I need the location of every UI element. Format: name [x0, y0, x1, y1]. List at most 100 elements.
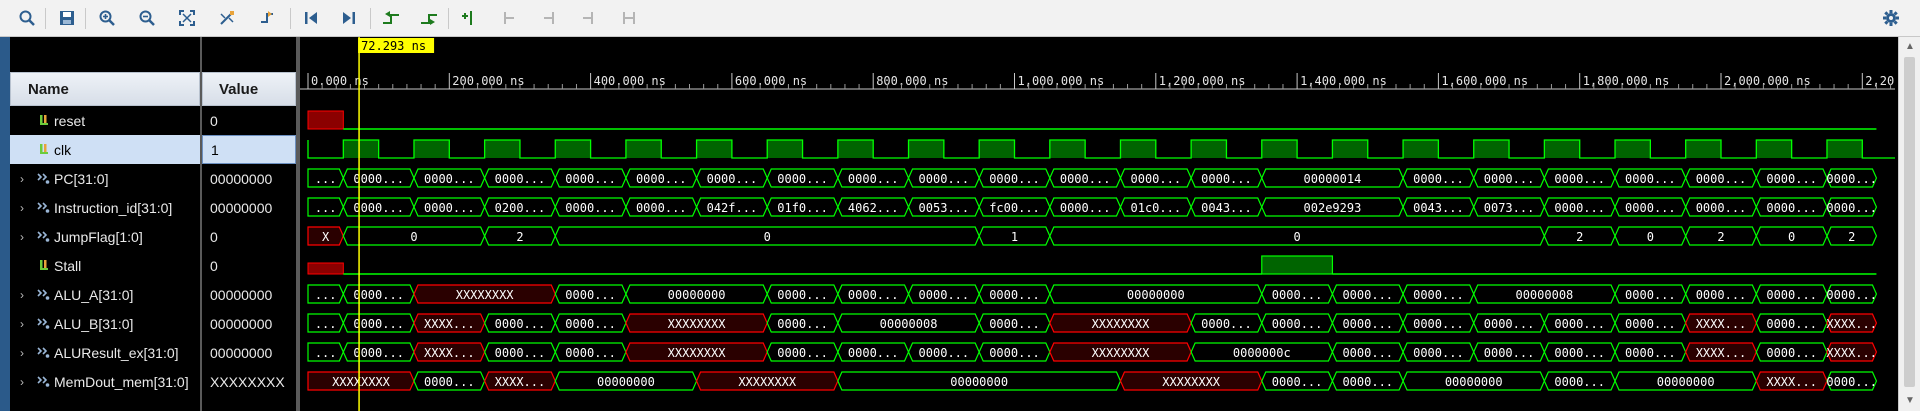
clk-wave-high-fill — [555, 140, 591, 158]
signal-row-aluresult-ex[interactable]: › ALUResult_ex[31:0] 00000000 — [10, 338, 296, 367]
ALUResult_ex-bus-value-label: 0000... — [777, 346, 828, 360]
expand-chevron-icon[interactable]: › — [20, 164, 32, 193]
signal-row-jumpflag[interactable]: › JumpFlag[1:0] 0 — [10, 222, 296, 251]
signal-name-cell[interactable]: › Instruction_id[31:0] — [10, 193, 200, 222]
signal-value-cell[interactable]: 00000000 — [202, 164, 296, 193]
signal-row-clk[interactable]: clk 1 — [10, 135, 296, 164]
signal-name-cell[interactable]: clk — [10, 135, 200, 164]
scroll-up-arrow-icon[interactable]: ▲ — [1899, 37, 1920, 55]
signal-value-cell[interactable]: 00000000 — [202, 338, 296, 367]
signal-value-cell[interactable]: 0 — [202, 222, 296, 251]
signal-value-cell[interactable]: 00000000 — [202, 280, 296, 309]
Instruction_id-bus-value-label: 0073... — [1484, 201, 1535, 215]
expand-chevron-icon[interactable]: › — [20, 338, 32, 367]
PC-bus-value-label: 0000... — [353, 172, 404, 186]
expand-chevron-icon[interactable]: › — [20, 193, 32, 222]
ALU_B-bus-value-label: 0000... — [989, 317, 1040, 331]
previous-transition-icon[interactable] — [378, 6, 404, 30]
signal-value-cell[interactable]: 0 — [202, 106, 296, 135]
ALU_B-bus-value-label: 0000... — [495, 317, 546, 331]
bus-signal-icon — [37, 231, 50, 242]
ALU_B-bus-value-label: 0000... — [1272, 317, 1323, 331]
expand-chevron-icon[interactable]: › — [20, 280, 32, 309]
clk-wave-high-fill — [1049, 140, 1086, 158]
signal-name-cell[interactable]: › ALUResult_ex[31:0] — [10, 338, 200, 367]
signal-value-cell[interactable]: 00000000 — [202, 309, 296, 338]
signal-value-cell[interactable]: 0 — [202, 251, 296, 280]
expand-chevron-icon[interactable]: › — [20, 309, 32, 338]
signal-row-alu-b[interactable]: › ALU_B[31:0] 00000000 — [10, 309, 296, 338]
ALUResult_ex-bus-value-label: 0000... — [353, 346, 404, 360]
zoom-fit-icon[interactable] — [174, 6, 200, 30]
signal-row-stall[interactable]: Stall 0 — [10, 251, 296, 280]
signal-name-cell[interactable]: reset — [10, 106, 200, 135]
ALUResult_ex-bus-value-label: 0000... — [565, 346, 616, 360]
time-ruler-tick-label: 1,400.000 ns — [1300, 74, 1387, 88]
signal-row-reset[interactable]: reset 0 — [10, 106, 296, 135]
Instruction_id-bus-value-label: 0000... — [353, 201, 404, 215]
bit-signal-icon — [40, 260, 48, 270]
vertical-scrollbar[interactable]: ▲ ▼ — [1898, 37, 1920, 411]
PC-bus-value-label: 0000... — [424, 172, 475, 186]
search-icon[interactable] — [14, 6, 40, 30]
signal-value-cell[interactable]: 00000000 — [202, 193, 296, 222]
JumpFlag-bus-value-label: 0 — [1788, 230, 1795, 244]
previous-marker-icon[interactable] — [496, 6, 522, 30]
clk-wave-high-fill — [1403, 140, 1439, 158]
next-marker-icon[interactable] — [536, 6, 562, 30]
signal-value-cell[interactable]: XXXXXXXX — [202, 367, 296, 396]
zoom-to-cursor-icon[interactable] — [214, 6, 240, 30]
name-column-header[interactable]: Name — [10, 72, 200, 106]
zoom-out-icon[interactable] — [134, 6, 160, 30]
PC-bus-value-label: 0000... — [1131, 172, 1182, 186]
ALU_B-bus-value-label: 0000... — [565, 317, 616, 331]
JumpFlag-bus-value-label: 0 — [1647, 230, 1654, 244]
signal-value-cell[interactable]: 1 — [202, 135, 296, 164]
clk-wave-high-fill — [696, 140, 732, 158]
signal-name-label: clk — [54, 141, 72, 158]
snap-to-transition-icon[interactable] — [616, 6, 642, 30]
go-to-time-zero-icon[interactable] — [254, 6, 280, 30]
JumpFlag-bus-value-label: 0 — [410, 230, 417, 244]
signal-row-alu-a[interactable]: › ALU_A[31:0] 00000000 — [10, 280, 296, 309]
clk-wave-high-fill — [1544, 140, 1580, 158]
ALU_A-bus-value-label: 0000... — [1625, 288, 1676, 302]
clk-wave-high-fill — [343, 140, 379, 158]
add-marker-icon[interactable] — [456, 6, 482, 30]
bus-signal-icon — [37, 347, 50, 358]
signal-row-pc[interactable]: › PC[31:0] 00000000 — [10, 164, 296, 193]
signal-name-cell[interactable]: › MemDout_mem[31:0] — [10, 367, 200, 396]
value-column-header[interactable]: Value — [202, 72, 296, 106]
signal-name-label: reset — [54, 112, 86, 129]
ALU_A-bus-value-label: 0000... — [919, 288, 970, 302]
signal-name-cell[interactable]: › PC[31:0] — [10, 164, 200, 193]
time-ruler-tick-label: 1,800.000 ns — [1583, 74, 1670, 88]
time-ruler-tick-label: 0.000 ns — [311, 74, 369, 88]
expand-chevron-icon[interactable]: › — [20, 367, 32, 396]
zoom-in-icon[interactable] — [94, 6, 120, 30]
ALU_A-bus-value-label: 0000... — [848, 288, 899, 302]
signal-name-cell[interactable]: › JumpFlag[1:0] — [10, 222, 200, 251]
PC-bus-value-label: 0000... — [848, 172, 899, 186]
Instruction_id-bus-value-label: 0200... — [495, 201, 546, 215]
save-icon[interactable] — [54, 6, 80, 30]
gear-icon[interactable] — [1880, 7, 1902, 29]
signal-name-cell[interactable]: › ALU_B[31:0] — [10, 309, 200, 338]
signal-row-memdout-mem[interactable]: › MemDout_mem[31:0] XXXXXXXX — [10, 367, 296, 396]
next-transition-icon[interactable] — [416, 6, 442, 30]
bus-signal-icon — [37, 202, 50, 213]
JumpFlag-bus-value-label: 2 — [516, 230, 523, 244]
signal-row-instruction-id[interactable]: › Instruction_id[31:0] 00000000 — [10, 193, 296, 222]
waveform-viewer[interactable]: 0.000 ns 200.000 ns 400.000 ns 600.000 ns 80… — [300, 37, 1898, 411]
Instruction_id-bus-value-label: 0000... — [1554, 201, 1605, 215]
scroll-thumb[interactable] — [1904, 57, 1915, 387]
signal-name-cell[interactable]: › ALU_A[31:0] — [10, 280, 200, 309]
scroll-down-arrow-icon[interactable]: ▼ — [1899, 391, 1920, 409]
swap-cursors-icon[interactable] — [576, 6, 602, 30]
ALU_A-bus-value-label: ... — [315, 288, 337, 302]
signal-name-cell[interactable]: Stall — [10, 251, 200, 280]
expand-chevron-icon[interactable]: › — [20, 222, 32, 251]
clk-wave-high-fill — [1826, 140, 1863, 158]
go-to-last-icon[interactable] — [336, 6, 362, 30]
go-to-first-icon[interactable] — [298, 6, 324, 30]
